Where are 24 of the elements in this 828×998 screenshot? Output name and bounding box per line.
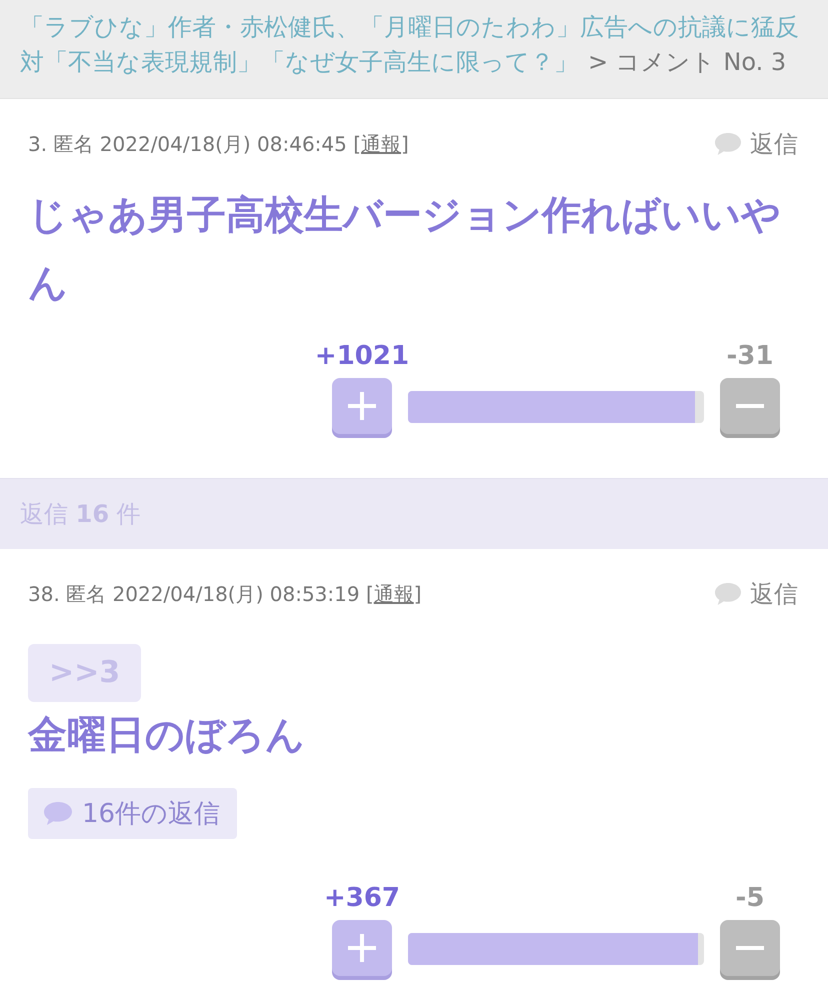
minus-icon	[736, 946, 764, 950]
reply-button[interactable]: 返信	[715, 127, 798, 161]
upvote-button[interactable]	[332, 378, 392, 434]
plus-icon	[348, 392, 376, 420]
comment-text: 金曜日のぼろん	[28, 712, 306, 760]
downvote-count: -5	[736, 885, 764, 911]
replies-button[interactable]: 16件の返信	[28, 788, 238, 839]
report-link[interactable]: 通報	[361, 132, 402, 156]
plus-icon	[348, 934, 376, 962]
comment-text: じゃあ男子高校生バージョン作ればいいやん	[28, 192, 782, 308]
upvote-button[interactable]	[332, 920, 392, 976]
downvote-button[interactable]	[720, 378, 780, 434]
speech-bubble-icon	[44, 802, 72, 825]
report-link[interactable]: 通報	[374, 582, 414, 606]
speech-bubble-icon	[715, 133, 741, 155]
upvote-count: +367	[324, 885, 400, 911]
speech-bubble-icon	[715, 583, 741, 605]
reply-button[interactable]: 返信	[715, 577, 798, 611]
comment-meta: 38. 匿名 2022/04/18(月) 08:53:19 [通報]	[28, 580, 422, 608]
comment-meta: 3. 匿名 2022/04/18(月) 08:46:45 [通報]	[28, 130, 409, 158]
downvote-button[interactable]	[720, 920, 780, 976]
downvote-count: -31	[726, 343, 774, 369]
upvote-count: +1021	[314, 343, 410, 369]
minus-icon	[736, 404, 764, 408]
